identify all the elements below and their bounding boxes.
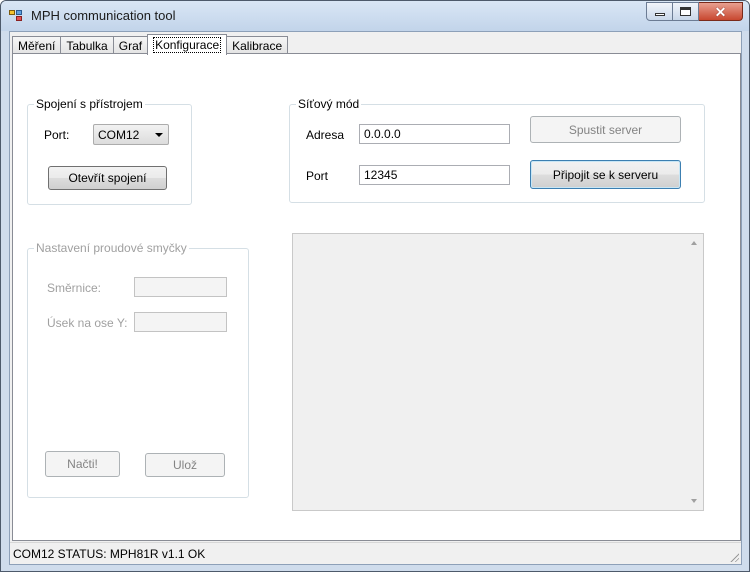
network-mode-legend: Síťový mód: [296, 97, 362, 111]
title-bar[interactable]: MPH communication tool ✕: [1, 1, 749, 31]
status-text: COM12 STATUS: MPH81R v1.1 OK: [13, 546, 206, 561]
port-select-value: COM12: [98, 127, 140, 142]
open-connection-button[interactable]: Otevřít spojení: [48, 166, 167, 190]
close-button[interactable]: ✕: [699, 2, 743, 21]
resize-grip-icon[interactable]: [729, 552, 739, 562]
port-label: Port:: [44, 128, 70, 142]
device-connection-group: Spojení s přístrojem Port: COM12 Otevřít…: [27, 97, 192, 205]
tab-tabulka[interactable]: Tabulka: [60, 36, 114, 54]
slope-input[interactable]: [134, 277, 227, 297]
chevron-down-icon: [155, 133, 163, 137]
log-textarea[interactable]: [292, 233, 704, 511]
address-label: Adresa: [306, 128, 345, 142]
network-mode-group: Síťový mód Adresa 0.0.0.0 Port 12345 Spu…: [289, 97, 705, 203]
tab-konfigurace[interactable]: Konfigurace: [147, 34, 228, 55]
maximize-icon: [680, 7, 691, 16]
tab-mereni[interactable]: Měření: [12, 36, 62, 54]
device-connection-legend: Spojení s přístrojem: [34, 97, 145, 111]
address-input[interactable]: 0.0.0.0: [359, 124, 510, 144]
minimize-icon: [654, 13, 665, 16]
connect-to-server-button[interactable]: Připojit se k serveru: [530, 160, 681, 189]
maximize-button[interactable]: [673, 2, 699, 21]
app-icon[interactable]: [9, 10, 25, 22]
client-area: Měření Tabulka Graf Konfigurace Kalibrac…: [9, 31, 742, 565]
load-button[interactable]: Načti!: [45, 451, 120, 477]
configuration-tab-page: Spojení s přístrojem Port: COM12 Otevřít…: [12, 53, 741, 541]
slope-label: Směrnice:: [47, 281, 102, 295]
scroll-down-icon[interactable]: [691, 499, 697, 503]
log-scrollbar[interactable]: [686, 234, 703, 510]
intercept-input[interactable]: [134, 312, 227, 332]
window-title: MPH communication tool: [31, 8, 176, 23]
close-icon: ✕: [714, 3, 727, 20]
save-button[interactable]: Ulož: [145, 453, 225, 477]
scroll-up-icon[interactable]: [691, 241, 697, 245]
minimize-button[interactable]: [646, 2, 673, 21]
tab-kalibrace[interactable]: Kalibrace: [226, 36, 289, 54]
network-port-input[interactable]: 12345: [359, 165, 510, 185]
app-window: MPH communication tool ✕ Měření Tabulka …: [0, 0, 750, 572]
port-select[interactable]: COM12: [93, 124, 169, 145]
window-controls: ✕: [646, 2, 743, 21]
intercept-label: Úsek na ose Y:: [47, 316, 128, 330]
tab-strip: Měření Tabulka Graf Konfigurace Kalibrac…: [12, 34, 289, 55]
start-server-button[interactable]: Spustit server: [530, 116, 681, 143]
current-loop-legend: Nastavení proudové smyčky: [34, 241, 189, 255]
status-bar: COM12 STATUS: MPH81R v1.1 OK: [10, 542, 741, 564]
current-loop-group: Nastavení proudové smyčky Směrnice: Úsek…: [27, 241, 249, 498]
tab-graf[interactable]: Graf: [112, 36, 149, 54]
network-port-label: Port: [306, 169, 329, 183]
